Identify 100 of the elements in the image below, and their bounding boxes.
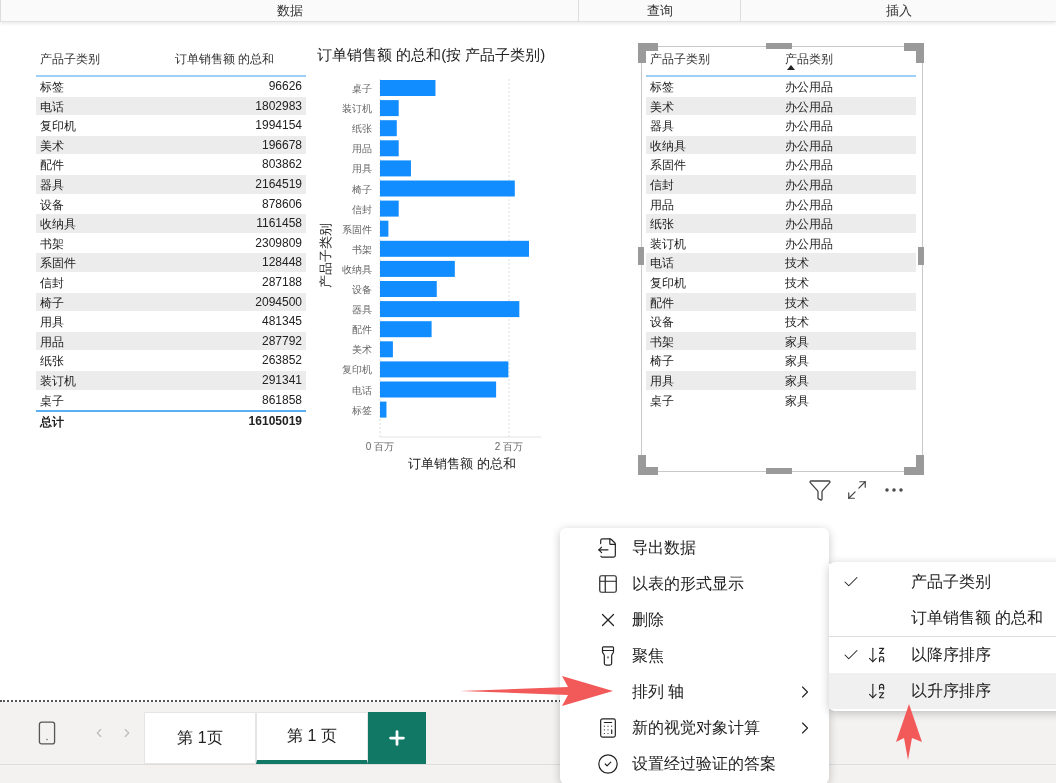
sort-icon (867, 681, 887, 701)
table-cell-text: 878606 (260, 195, 303, 213)
column-header[interactable]: 产品子类别 (36, 46, 171, 67)
table-cell-text: 电话 (649, 255, 675, 273)
focus-mode-icon[interactable] (846, 479, 868, 501)
total-cell-text: 16105019 (247, 413, 303, 431)
table-cell-text: 家具 (784, 392, 810, 410)
bar[interactable] (380, 220, 389, 237)
page-tab[interactable]: 第 1 页 (256, 712, 368, 764)
table-cell-text: 收纳具 (649, 137, 687, 155)
table-cell-text: 2094500 (254, 293, 303, 311)
table-cell-text: 287792 (260, 332, 303, 350)
submenu-item[interactable]: 以升序排序 (829, 673, 1056, 709)
column-header[interactable]: 产品子类别 (646, 46, 781, 67)
calculator-icon (597, 717, 619, 739)
column-header[interactable]: 产品类别 (781, 46, 916, 67)
add-page-button[interactable] (368, 712, 426, 764)
bar[interactable] (380, 301, 520, 318)
category-label: 器具 (352, 304, 372, 316)
bar[interactable] (380, 361, 509, 378)
resize-handle[interactable] (638, 247, 644, 265)
ribbon-group-label: 数据 (0, 0, 578, 21)
table-cell-text: 纸张 (649, 216, 675, 234)
bar[interactable] (380, 240, 529, 257)
bar[interactable] (380, 100, 399, 117)
sort-icon (867, 645, 887, 665)
table-cell-text: 办公用品 (784, 79, 834, 96)
table-cell-text: 技术 (784, 314, 810, 332)
page-tab[interactable]: 第 1页 (144, 712, 256, 764)
menu-item[interactable]: 排列 轴 (632, 674, 829, 710)
bar[interactable] (380, 200, 399, 217)
table-cell-text: 技术 (784, 255, 810, 273)
table-cell-text: 器具 (649, 118, 675, 136)
table-cell-text: 复印机 (649, 274, 687, 292)
table-cell-text: 办公用品 (784, 118, 834, 136)
resize-handle[interactable] (766, 468, 792, 474)
table-cell-text: 1994154 (254, 117, 303, 135)
menu-item[interactable]: 聚焦 (596, 638, 829, 674)
table-cell-text: 收纳具 (39, 216, 77, 234)
table-cell-text: 1161458 (255, 215, 303, 233)
filter-icon[interactable] (808, 478, 832, 502)
category-label: 桌子 (352, 83, 372, 94)
category-label: 纸张 (352, 123, 372, 135)
column-header[interactable]: 订单销售额 的总和 (171, 46, 306, 67)
bar[interactable] (380, 160, 411, 177)
total-cell-text: 总计 (38, 414, 65, 432)
table-cell-text: 技术 (784, 274, 810, 292)
table-cell-text: 1802983 (254, 97, 303, 115)
menu-item[interactable]: 以表的形式显示 (596, 566, 829, 602)
table-cell-text: 设备 (649, 314, 675, 332)
table-cell-text: 481345 (260, 313, 303, 331)
bar[interactable] (380, 381, 497, 398)
category-label: 信封 (352, 203, 372, 215)
table-cell-text: 装订机 (649, 235, 687, 253)
ribbon-group-label: 插入 (740, 0, 1056, 21)
table-cell-text: 291341 (260, 371, 303, 389)
bar[interactable] (380, 321, 432, 338)
table-cell-text: 办公用品 (784, 196, 834, 214)
table-cell-text: 办公用品 (784, 176, 834, 194)
table-cell-text: 椅子 (39, 294, 65, 312)
table-cell-text: 2309809 (254, 234, 303, 252)
menu-item[interactable]: 删除 (596, 602, 829, 638)
category-label: 收纳具 (342, 263, 372, 275)
table-cell-text: 纸张 (39, 353, 65, 371)
ribbon-group-label: 查询 (578, 0, 740, 21)
bar[interactable] (380, 260, 455, 277)
bar[interactable] (380, 341, 393, 358)
menu-item[interactable]: 导出数据 (596, 530, 829, 566)
table-cell-text: 信封 (649, 176, 675, 194)
table-cell-text: 信封 (39, 274, 65, 292)
bar[interactable] (380, 140, 399, 157)
export-icon (597, 537, 619, 559)
table-cell-text: 器具 (39, 176, 65, 194)
table-cell-text: 办公用品 (784, 98, 834, 116)
table-cell-text: 家具 (784, 353, 810, 371)
bar[interactable] (380, 180, 515, 197)
table-cell-text: 椅子 (649, 353, 675, 371)
submenu-item[interactable]: 以降序排序 (829, 636, 1056, 673)
table-cell-text: 96626 (267, 78, 303, 95)
bar[interactable] (380, 120, 397, 137)
menu-item[interactable]: 设置经过验证的答案 (596, 746, 829, 782)
table-cell-text: 263852 (260, 352, 303, 370)
y-axis-title: 产品子类别 (318, 222, 333, 288)
category-label: 椅子 (352, 183, 372, 195)
category-label: 标签 (352, 404, 372, 416)
table-cell-text: 书架 (649, 333, 675, 351)
category-label: 电话 (352, 384, 372, 396)
category-label: 用具 (352, 163, 372, 175)
check-circle-icon (597, 753, 619, 775)
menu-item[interactable]: 新的视觉对象计算 (596, 710, 829, 746)
chart-title: 订单销售额 的总和(按 产品子类别) (316, 45, 547, 65)
sort-arrow-icon (787, 65, 795, 70)
table-cell-text: 196678 (260, 136, 303, 154)
bar[interactable] (380, 401, 387, 418)
category-label: 设备 (352, 284, 372, 295)
table-cell-text: 电话 (39, 98, 65, 116)
category-label: 装订机 (342, 103, 372, 115)
resize-handle[interactable] (918, 247, 924, 265)
table-cell-text: 办公用品 (784, 235, 834, 253)
resize-handle[interactable] (766, 43, 792, 49)
